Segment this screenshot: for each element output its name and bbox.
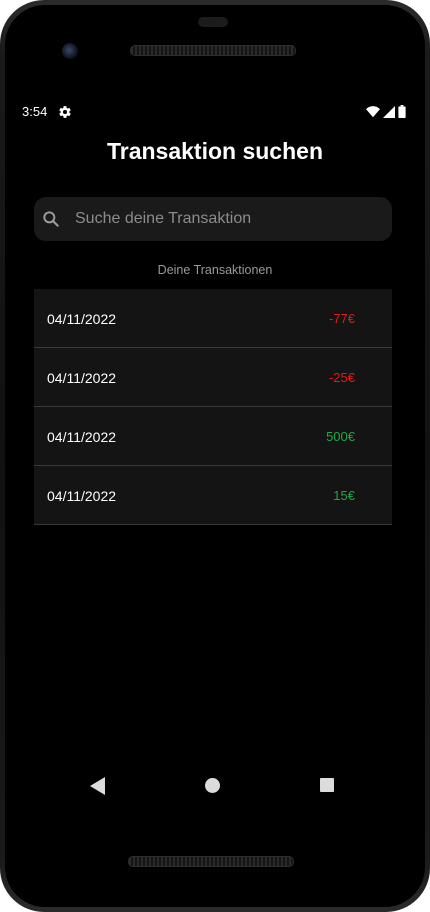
cell-signal-icon <box>383 105 395 118</box>
search-input[interactable] <box>75 210 392 228</box>
transaction-row[interactable]: 04/11/2022 -77€ <box>34 289 392 348</box>
transaction-list: 04/11/2022 -77€ 04/11/2022 -25€ 04/11/20… <box>34 289 392 525</box>
page-title: Transaktion suchen <box>106 138 323 164</box>
status-time: 3:54 <box>22 104 48 119</box>
search-icon <box>43 211 59 227</box>
front-camera <box>62 43 78 59</box>
transaction-amount: 500€ <box>326 429 355 444</box>
status-icons <box>366 105 406 118</box>
transaction-row[interactable]: 04/11/2022 15€ <box>34 466 392 525</box>
transactions-header: Deine Transaktionen <box>157 263 273 277</box>
top-speaker-grille <box>130 45 296 56</box>
bottom-speaker-grille <box>128 856 294 867</box>
transaction-row[interactable]: 04/11/2022 500€ <box>34 407 392 466</box>
recents-icon[interactable] <box>320 778 334 792</box>
status-bar: 3:54 <box>14 93 416 131</box>
earpiece <box>198 17 228 27</box>
transaction-date: 04/11/2022 <box>47 370 117 386</box>
transaction-date: 04/11/2022 <box>47 311 117 327</box>
transaction-date: 04/11/2022 <box>47 488 117 504</box>
transaction-date: 04/11/2022 <box>47 429 117 445</box>
search-bar[interactable] <box>34 197 392 241</box>
app-screen: 3:54 Transaktion suchen Suche deine Tran… <box>14 93 416 817</box>
phone-frame: 3:54 Transaktion suchen Suche deine Tran… <box>0 0 430 912</box>
gear-icon <box>59 106 71 118</box>
system-nav-bar <box>14 773 416 803</box>
transaction-amount: -25€ <box>328 370 355 385</box>
transaction-amount: 15€ <box>333 488 355 503</box>
home-icon[interactable] <box>205 778 220 793</box>
back-icon[interactable] <box>90 777 106 795</box>
wifi-icon <box>366 105 380 117</box>
transaction-row[interactable]: 04/11/2022 -25€ <box>34 348 392 407</box>
transaction-amount: -77€ <box>328 311 355 326</box>
battery-icon <box>398 105 406 118</box>
